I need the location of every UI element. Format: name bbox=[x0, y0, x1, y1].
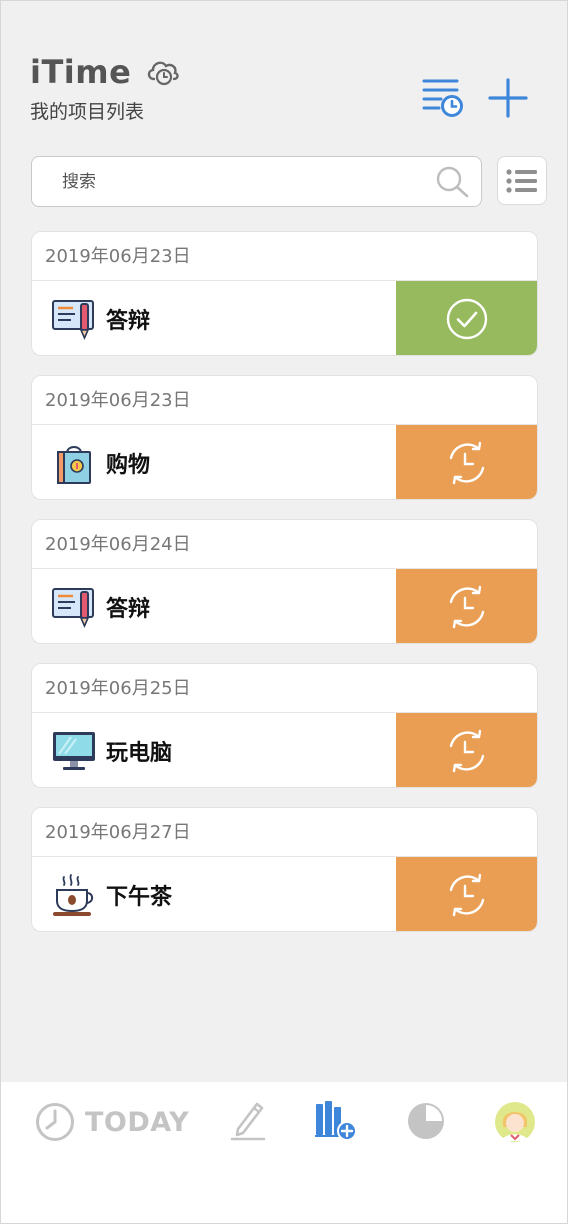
schedule-list-button[interactable] bbox=[421, 77, 465, 123]
clock-refresh-icon bbox=[449, 441, 484, 484]
task-status-done-button[interactable] bbox=[396, 281, 537, 355]
tab-today-label: TODAY bbox=[85, 1106, 190, 1138]
presentation-icon bbox=[51, 296, 97, 342]
add-task-button[interactable] bbox=[488, 78, 528, 122]
tab-today[interactable]: TODAY bbox=[35, 1102, 189, 1142]
task-card[interactable]: 2019年06月23日 答辩 bbox=[31, 231, 538, 356]
task-name: 玩电脑 bbox=[106, 740, 173, 766]
task-status-pending-button[interactable] bbox=[396, 569, 537, 643]
task-status-pending-button[interactable] bbox=[396, 425, 537, 499]
list-view-button[interactable] bbox=[497, 156, 547, 205]
task-date: 2019年06月23日 bbox=[32, 376, 537, 425]
task-row[interactable]: 答辩 bbox=[32, 569, 537, 643]
task-card[interactable]: 2019年06月24日 答辩 bbox=[31, 519, 538, 644]
task-date: 2019年06月24日 bbox=[32, 520, 537, 569]
search-icon[interactable] bbox=[435, 165, 471, 203]
bullet-list-icon bbox=[506, 168, 537, 193]
task-name: 答辩 bbox=[106, 596, 151, 622]
presentation-icon bbox=[51, 584, 97, 630]
tab-projects[interactable] bbox=[314, 1099, 358, 1141]
tab-profile[interactable] bbox=[494, 1101, 536, 1143]
task-name: 答辩 bbox=[106, 308, 151, 334]
task-date: 2019年06月27日 bbox=[32, 808, 537, 857]
search-bar bbox=[31, 156, 482, 207]
coffee-cup-icon bbox=[51, 872, 97, 918]
pie-chart-icon bbox=[408, 1103, 444, 1139]
cloud-sync-icon[interactable] bbox=[145, 55, 181, 91]
task-card[interactable]: 2019年06月27日 下午茶 bbox=[31, 807, 538, 932]
task-row[interactable]: 玩电脑 bbox=[32, 713, 537, 787]
clock-refresh-icon bbox=[449, 729, 484, 772]
task-name: 购物 bbox=[106, 452, 151, 478]
task-list: 2019年06月23日 答辩 2019年06月23日 购物 2019年06月24… bbox=[31, 231, 538, 951]
task-row[interactable]: 购物 bbox=[32, 425, 537, 499]
books-add-icon bbox=[315, 1101, 357, 1141]
clock-icon bbox=[36, 1103, 74, 1141]
task-card[interactable]: 2019年06月25日 玩电脑 bbox=[31, 663, 538, 788]
task-row[interactable]: 答辩 bbox=[32, 281, 537, 355]
clock-refresh-icon bbox=[449, 873, 484, 916]
task-status-pending-button[interactable] bbox=[396, 857, 537, 931]
task-name: 下午茶 bbox=[106, 884, 173, 910]
app-title: iTime bbox=[30, 53, 132, 91]
tab-statistics[interactable] bbox=[407, 1102, 445, 1140]
computer-icon bbox=[51, 728, 97, 774]
app-header: iTime 我的项目列表 bbox=[30, 53, 181, 124]
check-circle-icon bbox=[446, 298, 487, 339]
task-status-pending-button[interactable] bbox=[396, 713, 537, 787]
task-card[interactable]: 2019年06月23日 购物 bbox=[31, 375, 538, 500]
clock-refresh-icon bbox=[449, 585, 484, 628]
avatar bbox=[495, 1102, 535, 1142]
shopping-bag-icon bbox=[51, 440, 97, 486]
task-row[interactable]: 下午茶 bbox=[32, 857, 537, 931]
bottom-tab-bar: TODAY bbox=[1, 1082, 567, 1223]
tab-edit[interactable] bbox=[230, 1099, 266, 1141]
search-input[interactable] bbox=[32, 157, 481, 206]
title-row: iTime bbox=[30, 53, 181, 91]
pencil-icon bbox=[230, 1102, 266, 1141]
task-date: 2019年06月25日 bbox=[32, 664, 537, 713]
schedule-list-icon bbox=[422, 79, 463, 117]
plus-icon bbox=[488, 78, 528, 118]
page-subtitle: 我的项目列表 bbox=[30, 101, 145, 123]
task-date: 2019年06月23日 bbox=[32, 232, 537, 281]
